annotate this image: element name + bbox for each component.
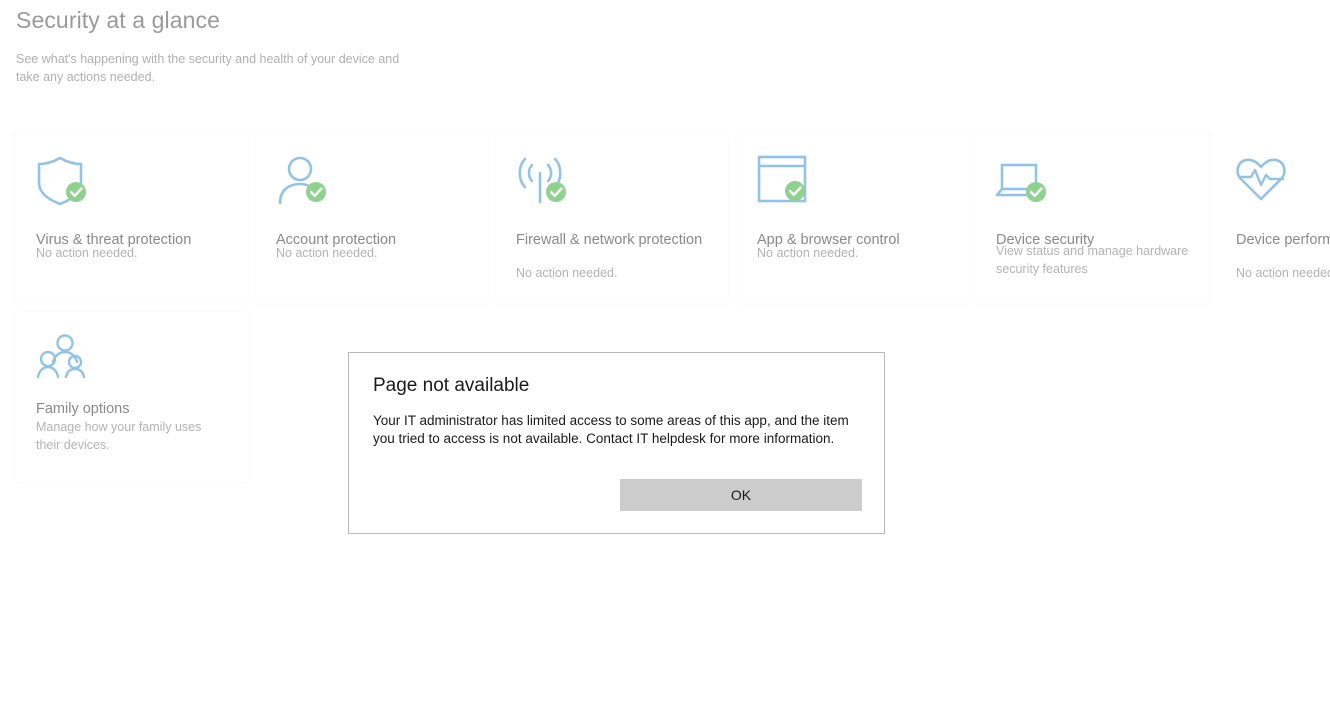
dialog-message: Your IT administrator has limited access… (373, 413, 849, 446)
page-not-available-dialog: Page not available Your IT administrator… (348, 352, 885, 534)
ok-button[interactable]: OK (620, 479, 862, 511)
dialog-title: Page not available (373, 375, 530, 396)
windows-security-page: Security at a glance See what's happenin… (0, 0, 1330, 711)
